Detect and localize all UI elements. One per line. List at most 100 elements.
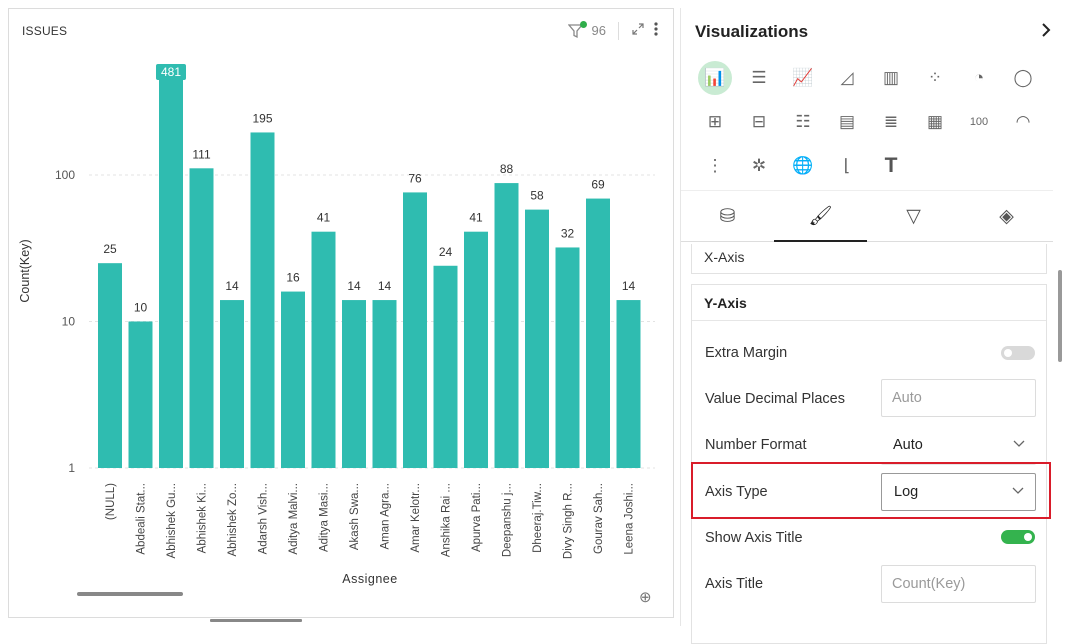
viz-type-cell[interactable]: 🌐 xyxy=(781,144,825,188)
bar xyxy=(464,231,488,468)
bar xyxy=(616,300,641,468)
viz-type-cell[interactable]: 📈 xyxy=(781,56,825,100)
value-decimal-places-input[interactable]: Auto xyxy=(881,379,1036,417)
toggle-knob xyxy=(1004,349,1012,357)
viz-type-cell[interactable]: ⁘ xyxy=(913,56,957,100)
viz-type-grid: 📊 ☰ 📈 ◿ ▥ ⁘ ◔ ◯ ⊞ ⊟ ☷ ▤ ≣ ▦ 100 ◠ ⋮ ✲ 🌐 ⌊ T xyxy=(693,56,1043,188)
tab-filter-icon[interactable]: ▽ xyxy=(867,191,960,241)
show-axis-title-toggle[interactable] xyxy=(1001,530,1035,544)
card-grid-icon: ▦ xyxy=(926,112,944,131)
text-icon: T xyxy=(884,154,898,177)
axis-title-placeholder: Count(Key) xyxy=(892,576,966,592)
viz-type-cell[interactable]: ⋮ xyxy=(693,144,737,188)
number-format-value: Auto xyxy=(893,437,923,453)
x-axis-section[interactable]: X-Axis xyxy=(691,244,1047,274)
axis-type-highlight xyxy=(691,462,1051,519)
donut-chart-icon: ◯ xyxy=(1013,68,1033,87)
toggle-knob xyxy=(1024,533,1032,541)
x-tick-label: Dheeraj.Tiw... xyxy=(532,483,544,553)
tab-format-icon[interactable]: 🖌 xyxy=(774,191,867,242)
data-label: 41 xyxy=(469,211,483,225)
data-label: 10 xyxy=(134,300,148,314)
x-tick-label: Adarsh Vish... xyxy=(258,483,270,554)
number-format-label: Number Format xyxy=(705,437,807,453)
viz-type-cell[interactable]: ◠ xyxy=(1001,100,1045,144)
x-tick-label: Aditya Masi... xyxy=(319,483,331,552)
panel-vertical-scrollbar[interactable] xyxy=(1058,270,1062,362)
tab-theme-icon[interactable]: ◈ xyxy=(960,191,1053,241)
data-label: 69 xyxy=(591,178,605,192)
area-chart-icon: ◿ xyxy=(840,68,854,87)
axis-title-label: Axis Title xyxy=(705,576,764,592)
bar xyxy=(250,132,275,468)
x-tick-label: (NULL) xyxy=(105,483,117,520)
add-circle-icon[interactable]: ⊕ xyxy=(639,588,652,606)
data-label: 88 xyxy=(500,162,514,176)
axis-title-input[interactable]: Count(Key) xyxy=(881,565,1036,603)
viz-type-cell[interactable]: ☷ xyxy=(781,100,825,144)
viz-type-cell[interactable]: 100 xyxy=(957,100,1001,144)
horizontal-bar-icon: ☰ xyxy=(751,68,767,87)
viz-type-cell[interactable]: 📊 xyxy=(693,56,737,100)
viz-type-cell[interactable]: ⊟ xyxy=(737,100,781,144)
bar xyxy=(586,198,610,468)
page-scrollbar[interactable] xyxy=(210,619,302,622)
y-axis-title: Count(Key) xyxy=(18,239,32,302)
bar xyxy=(281,291,305,468)
number-format-select[interactable]: Auto xyxy=(881,427,1036,465)
line-chart-icon: 📈 xyxy=(792,68,814,87)
extra-margin-label: Extra Margin xyxy=(705,345,788,361)
y-tick-label: 10 xyxy=(62,314,76,328)
tab-data-icon[interactable]: ⛁ xyxy=(681,191,774,241)
y-tick-label: 100 xyxy=(55,168,75,182)
data-label: 58 xyxy=(530,189,544,203)
viz-type-cell[interactable]: ▥ xyxy=(869,56,913,100)
viz-type-cell[interactable]: ◔ xyxy=(957,56,1001,100)
panel-tabs: ⛁ 🖌 ▽ ◈ xyxy=(681,190,1053,242)
x-tick-label: Aditya Malvi... xyxy=(288,483,300,555)
bar xyxy=(555,247,580,468)
viz-type-cell[interactable]: ☰ xyxy=(737,56,781,100)
x-tick-label: Amar Kelotr... xyxy=(410,483,422,553)
y-axis-section-header[interactable]: Y-Axis xyxy=(704,295,747,311)
x-tick-label: Divy Singh R... xyxy=(563,483,575,559)
step-chart-icon: ⌊ xyxy=(843,156,851,175)
chart-horizontal-scrollbar[interactable] xyxy=(77,592,183,596)
bar xyxy=(403,192,427,468)
viz-type-cell[interactable]: ⊞ xyxy=(693,100,737,144)
scatter-chart-icon: ⁘ xyxy=(927,68,943,87)
data-label: 25 xyxy=(103,242,117,256)
viz-type-cell[interactable]: ✲ xyxy=(737,144,781,188)
y-tick-label: 1 xyxy=(68,461,75,475)
bar xyxy=(98,263,122,468)
pie-chart-icon: ◔ xyxy=(973,68,985,87)
table-icon: ▤ xyxy=(838,112,856,131)
chart-panel: ISSUES 96 1 10 100 Count(Key) Assignee 25 (NUL… xyxy=(8,8,674,618)
x-axis-section-label: X-Axis xyxy=(704,249,745,265)
viz-type-cell[interactable]: ▤ xyxy=(825,100,869,144)
bar xyxy=(189,168,214,468)
viz-type-cell[interactable]: ▦ xyxy=(913,100,957,144)
bar-chart-icon: 📊 xyxy=(698,61,732,95)
x-tick-label: Abdeali Stat... xyxy=(136,483,148,555)
pivot-table-icon: ⊞ xyxy=(707,112,723,131)
filter-list-icon: ☷ xyxy=(795,112,811,131)
viz-type-cell[interactable]: ◯ xyxy=(1001,56,1045,100)
extra-margin-toggle[interactable] xyxy=(1001,346,1035,360)
decimal-places-placeholder: Auto xyxy=(892,390,922,406)
viz-type-cell[interactable]: ◿ xyxy=(825,56,869,100)
viz-type-cell[interactable]: ≣ xyxy=(869,100,913,144)
detail-table-icon: ⊟ xyxy=(751,112,767,131)
data-label: 14 xyxy=(225,279,239,293)
x-tick-label: Gourav Sah... xyxy=(593,483,605,554)
globe-map-icon: 🌐 xyxy=(792,156,814,175)
x-tick-label: Akash Swa... xyxy=(349,483,361,550)
x-tick-label: Anshika Rai ... xyxy=(441,483,453,557)
viz-type-cell[interactable]: ⌊ xyxy=(825,144,869,188)
viz-type-cell[interactable]: T xyxy=(869,144,913,188)
bar xyxy=(342,300,366,468)
bar xyxy=(433,265,458,468)
panel-title: Visualizations xyxy=(695,22,809,41)
data-label: 195 xyxy=(252,111,272,125)
chevron-right-icon[interactable] xyxy=(1040,22,1052,43)
